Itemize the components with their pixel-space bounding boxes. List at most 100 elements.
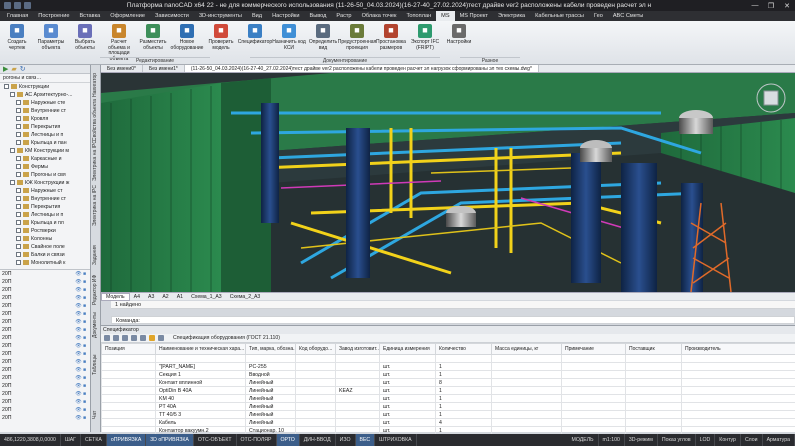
visibility-icon[interactable]: 👁 ■ xyxy=(75,326,86,334)
visibility-icon[interactable]: 👁 ■ xyxy=(75,294,86,302)
visibility-icon[interactable]: 👁 ■ xyxy=(75,350,86,358)
visibility-icon[interactable]: 👁 ■ xyxy=(75,334,86,342)
expand-toggle[interactable] xyxy=(16,260,21,266)
visibility-icon[interactable]: 👁 ■ xyxy=(75,398,86,406)
table-row[interactable]: Секция 1 Вводной шт. 1 xyxy=(101,370,795,379)
tree-item[interactable]: Балки и связи xyxy=(2,251,90,259)
layer-row[interactable]: 20П 👁 ■ xyxy=(0,382,90,390)
tree-item[interactable]: Кровля xyxy=(2,115,90,123)
table-row[interactable]: TT 40/5 3 Линейный шт. 1 xyxy=(101,410,795,419)
ribbon-tab[interactable]: Зависимости xyxy=(150,11,194,21)
ribbon-tab[interactable]: ABC Сметы xyxy=(608,11,648,21)
tree-item[interactable]: Перекрытия xyxy=(2,203,90,211)
ribbon-tab[interactable]: Вывод xyxy=(305,11,332,21)
expand-toggle[interactable] xyxy=(16,100,21,106)
expand-toggle[interactable] xyxy=(16,132,21,138)
export-icon[interactable] xyxy=(149,335,155,341)
status-toggle[interactable]: ДИН-ВВОД xyxy=(300,434,336,446)
layer-row[interactable]: 20П 👁 ■ xyxy=(0,374,90,382)
expand-toggle[interactable] xyxy=(16,124,21,130)
table-row[interactable] xyxy=(101,354,795,363)
model-viewport[interactable] xyxy=(101,73,795,292)
ribbon-tab[interactable]: Гео xyxy=(589,11,608,21)
ribbon-tab[interactable]: Кабельные трассы xyxy=(530,11,589,21)
expand-toggle[interactable] xyxy=(10,92,15,98)
column-header[interactable]: Примечание xyxy=(561,343,626,355)
ribbon-tab[interactable]: Построение xyxy=(33,11,74,21)
visibility-icon[interactable]: 👁 ■ xyxy=(75,390,86,398)
tree-item[interactable]: КЖ Конструкции ж xyxy=(2,179,90,187)
side-tab[interactable]: Задания xyxy=(92,239,100,271)
status-toggle[interactable]: СЕТКА xyxy=(81,434,107,446)
status-toggle[interactable]: ИЗО xyxy=(336,434,356,446)
tree-item[interactable]: Конструкции xyxy=(2,83,90,91)
column-header[interactable]: Тип, марка, обозна... xyxy=(245,343,296,355)
tree-item[interactable]: Фермы xyxy=(2,163,90,171)
table-icon[interactable] xyxy=(158,335,164,341)
side-tab[interactable]: Свойства объекта xyxy=(92,99,100,141)
expand-toggle[interactable] xyxy=(16,204,21,210)
expand-toggle[interactable] xyxy=(16,156,21,162)
delete-icon[interactable] xyxy=(113,335,119,341)
drawing-tab[interactable]: Без имени0* xyxy=(101,65,143,72)
tree-item[interactable]: Колонны xyxy=(2,235,90,243)
status-right-toggle[interactable]: LOD xyxy=(696,434,716,446)
command-line[interactable]: Команда: xyxy=(111,316,795,324)
expand-toggle[interactable] xyxy=(16,236,21,242)
tree-item[interactable]: Лестницы и п xyxy=(2,211,90,219)
ribbon-tab[interactable]: Растр xyxy=(331,11,356,21)
column-header[interactable]: Завод изготовит... xyxy=(335,343,380,355)
layer-row[interactable]: 20П 👁 ■ xyxy=(0,270,90,278)
expand-toggle[interactable] xyxy=(10,180,15,186)
layout-tab[interactable]: Схема_2_A3 xyxy=(226,294,265,300)
layer-row[interactable]: 20П 👁 ■ xyxy=(0,390,90,398)
play-icon[interactable]: ▶ xyxy=(3,65,8,73)
add-icon[interactable] xyxy=(104,335,110,341)
layer-row[interactable]: 20П 👁 ■ xyxy=(0,406,90,414)
status-model[interactable]: МОДЕЛЬ xyxy=(568,434,599,446)
filter-dropdown[interactable]: рогоны и связ… xyxy=(3,75,41,81)
side-tab[interactable]: Электрика на IPC xyxy=(92,140,100,181)
expand-toggle[interactable] xyxy=(16,140,21,146)
column-header[interactable]: Производитель xyxy=(681,343,795,355)
layer-row[interactable]: 20П 👁 ■ xyxy=(0,350,90,358)
status-right-toggle[interactable]: Показ углов xyxy=(658,434,696,446)
tree-item[interactable]: КМ Конструкции м xyxy=(2,147,90,155)
visibility-icon[interactable]: 👁 ■ xyxy=(75,382,86,390)
status-right-toggle[interactable]: 3D-режим xyxy=(625,434,658,446)
layer-row[interactable]: 20П 👁 ■ xyxy=(0,398,90,406)
visibility-icon[interactable]: 👁 ■ xyxy=(75,270,86,278)
refresh-icon[interactable]: ↻ xyxy=(20,65,26,73)
layer-row[interactable]: 20П 👁 ■ xyxy=(0,278,90,286)
ribbon-button[interactable]: ■ Выбрать объекты xyxy=(68,21,102,64)
tree-item[interactable]: Прогоны и свя xyxy=(2,171,90,179)
table-row[interactable]: KM 40 Линейный шт. 1 xyxy=(101,394,795,403)
folder-icon[interactable]: ▰ xyxy=(11,65,16,73)
expand-toggle[interactable] xyxy=(16,220,21,226)
visibility-icon[interactable]: 👁 ■ xyxy=(75,318,86,326)
side-tab[interactable]: Чат xyxy=(92,399,100,431)
ribbon-button[interactable]: ■ Создать чертеж xyxy=(0,21,34,64)
layer-row[interactable]: 20П 👁 ■ xyxy=(0,366,90,374)
column-header[interactable]: Масса единицы, кг xyxy=(491,343,562,355)
refresh-icon[interactable] xyxy=(122,335,128,341)
table-row[interactable]: PT 40A Линейный шт. 1 xyxy=(101,402,795,411)
visibility-icon[interactable]: 👁 ■ xyxy=(75,310,86,318)
side-tab[interactable]: Редактор ИФ xyxy=(92,274,100,306)
undo-icon[interactable] xyxy=(24,2,31,9)
ribbon-tab[interactable]: Вид xyxy=(247,11,267,21)
expand-toggle[interactable] xyxy=(16,228,21,234)
status-toggle[interactable]: ВЕС xyxy=(355,434,376,446)
expand-toggle[interactable] xyxy=(16,252,21,258)
layer-row[interactable]: 20П 👁 ■ xyxy=(0,294,90,302)
tree-item[interactable]: АС Архитектурно-... xyxy=(2,91,90,99)
maximize-button[interactable]: ❐ xyxy=(763,2,779,10)
tree-item[interactable]: Монолитный к xyxy=(2,259,90,267)
side-tab[interactable]: Документы xyxy=(92,309,100,341)
table-row[interactable]: "[PART_NAME] PC-255 шт. 1 xyxy=(101,362,795,371)
layer-row[interactable]: 20П 👁 ■ xyxy=(0,286,90,294)
column-header[interactable]: Код оборудо... xyxy=(295,343,336,355)
visibility-icon[interactable]: 👁 ■ xyxy=(75,302,86,310)
tree-item[interactable]: Ростверки xyxy=(2,227,90,235)
visibility-icon[interactable]: 👁 ■ xyxy=(75,342,86,350)
